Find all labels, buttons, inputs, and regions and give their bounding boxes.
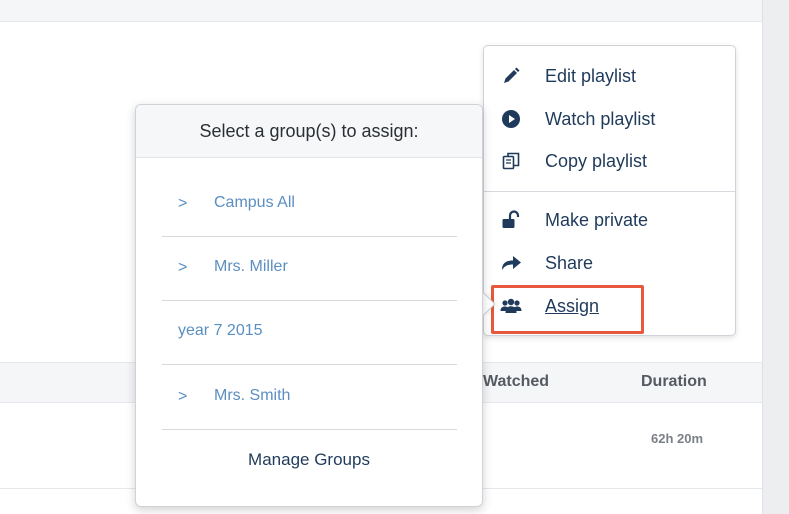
playlist-action-menu: Edit playlist Watch playlist Copy playli…	[483, 45, 736, 336]
menu-item-copy-playlist[interactable]: Copy playlist	[484, 143, 735, 179]
unlock-icon	[500, 209, 522, 231]
menu-item-label: Watch playlist	[545, 108, 656, 129]
chevron-right-icon[interactable]: >	[178, 388, 187, 406]
menu-item-make-private[interactable]: Make private	[484, 202, 735, 238]
group-item-mrs-miller[interactable]: > Mrs. Miller	[162, 237, 457, 301]
group-item-campus-all[interactable]: > Campus All	[162, 173, 457, 237]
pencil-icon	[500, 65, 522, 87]
menu-item-edit-playlist[interactable]: Edit playlist	[484, 58, 735, 94]
menu-item-assign[interactable]: Assign	[484, 288, 735, 324]
menu-item-watch-playlist[interactable]: Watch playlist	[484, 101, 735, 137]
copy-icon	[500, 150, 522, 172]
menu-item-label: Copy playlist	[545, 150, 648, 171]
table-cell-duration: 62h 20m	[651, 431, 704, 446]
column-header-duration[interactable]: Duration	[641, 373, 707, 391]
page-top-band	[0, 0, 762, 22]
group-item-year-7-2015[interactable]: year 7 2015	[162, 301, 457, 365]
group-name: Campus All	[214, 194, 295, 211]
chevron-right-icon[interactable]: >	[178, 259, 187, 277]
group-name: year 7 2015	[178, 322, 263, 339]
chevron-right-icon[interactable]: >	[178, 195, 187, 213]
popover-header: Select a group(s) to assign:	[136, 105, 482, 158]
column-header-watched[interactable]: Watched	[483, 373, 549, 391]
menu-item-label: Make private	[545, 209, 649, 230]
menu-item-share[interactable]: Share	[484, 245, 735, 281]
manage-groups-link[interactable]: Manage Groups	[136, 450, 482, 470]
popover-title: Select a group(s) to assign:	[199, 120, 419, 141]
scrollbar-track[interactable]	[762, 0, 789, 514]
users-icon	[500, 295, 522, 317]
menu-item-label: Share	[545, 252, 594, 273]
play-circle-icon	[500, 108, 522, 130]
group-name: Mrs. Miller	[214, 258, 288, 275]
group-item-mrs-smith[interactable]: > Mrs. Smith	[162, 366, 457, 430]
group-select-popover: Select a group(s) to assign: > Campus Al…	[135, 104, 483, 507]
group-name: Mrs. Smith	[214, 387, 291, 404]
share-arrow-icon	[500, 252, 522, 274]
menu-item-label: Assign	[545, 295, 600, 316]
menu-divider	[484, 191, 735, 192]
menu-item-label: Edit playlist	[545, 65, 637, 86]
